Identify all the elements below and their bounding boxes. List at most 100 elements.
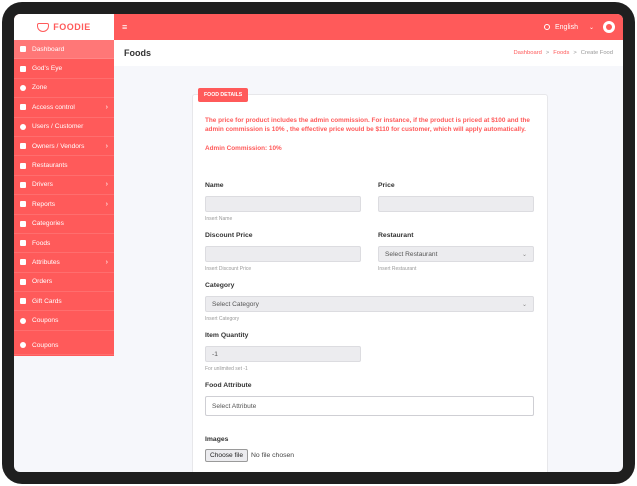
sidebar-item-owners-vendors[interactable]: Owners / Vendors ›	[14, 137, 114, 157]
sidebar-item-label: Attributes	[32, 258, 60, 266]
lock-icon	[20, 104, 26, 111]
app-screen: FOODIE Dashboard God's Eye Zone Access c…	[14, 14, 623, 472]
gift-icon	[20, 298, 26, 305]
sidebar-item-coupons[interactable]: Coupons	[14, 311, 114, 331]
topbar: ≡ English ⌄	[114, 14, 623, 40]
coupon-icon	[20, 342, 26, 349]
chevron-right-icon: ›	[105, 142, 108, 150]
breadcrumb-separator: >	[545, 50, 550, 56]
sidebar-item-label: Dashboard	[32, 45, 65, 53]
sidebar-item-label: Users / Customer	[32, 123, 84, 131]
food-details-card: FOOD DETAILS The price for product inclu…	[192, 88, 548, 472]
sidebar-item-label: Foods	[32, 239, 51, 247]
coupon-icon	[20, 317, 26, 324]
sidebar-item-gods-eye[interactable]: God's Eye	[14, 59, 114, 79]
language-label: English	[555, 23, 578, 31]
page-header: Foods Dashboard > Foods > Create Food	[114, 40, 623, 66]
breadcrumb-current: Create Food	[580, 50, 613, 56]
sidebar-item-label: Access control	[32, 103, 75, 111]
category-select-value: Select Category	[212, 300, 259, 308]
sidebar-item-reports[interactable]: Reports ›	[14, 195, 114, 215]
brand-logo[interactable]: FOODIE	[14, 14, 114, 40]
name-input[interactable]	[205, 196, 361, 212]
discount-price-input[interactable]	[205, 246, 361, 262]
zone-icon	[20, 84, 26, 91]
sidebar-item-label: Orders	[32, 278, 53, 286]
chevron-right-icon: ›	[105, 200, 108, 208]
sidebar-item-label: Restaurants	[32, 162, 68, 170]
sidebar-item-label: God's Eye	[32, 65, 63, 73]
images-label: Images	[205, 436, 229, 443]
sidebar-item-foods[interactable]: Foods	[14, 234, 114, 254]
device-frame: FOODIE Dashboard God's Eye Zone Access c…	[2, 2, 635, 484]
food-attribute-input[interactable]: Select Attribute	[205, 396, 534, 416]
globe-icon	[544, 24, 550, 30]
sidebar-item-users-customer[interactable]: Users / Customer	[14, 118, 114, 137]
page-title: Foods	[124, 48, 151, 58]
driver-icon	[20, 181, 26, 188]
name-help: Insert Name	[205, 216, 233, 222]
chevron-right-icon: ›	[105, 103, 108, 111]
card-tab[interactable]: FOOD DETAILS	[198, 88, 249, 102]
category-help: Insert Category	[205, 316, 240, 322]
sidebar-item-dashboard[interactable]: Dashboard	[14, 40, 114, 60]
sidebar-item-categories[interactable]: Categories	[14, 215, 114, 234]
chevron-down-icon: ⌄	[588, 24, 594, 31]
breadcrumb-foods[interactable]: Foods	[553, 50, 569, 56]
sidebar-item-restaurants[interactable]: Restaurants	[14, 156, 114, 176]
discount-price-help: Insert Discount Price	[205, 266, 252, 272]
name-label: Name	[205, 182, 224, 189]
sidebar-item-coupons-2[interactable]: Coupons	[14, 336, 114, 356]
sidebar: FOODIE Dashboard God's Eye Zone Access c…	[14, 14, 114, 356]
commission-notice: The price for product includes the admin…	[205, 117, 530, 133]
image-file-input[interactable]: Choose file No file chosen	[205, 449, 294, 462]
chevron-right-icon: ›	[105, 258, 108, 266]
chevron-down-icon: ⌄	[521, 251, 527, 258]
hamburger-menu-icon[interactable]: ≡	[122, 22, 127, 32]
user-icon	[606, 24, 612, 30]
language-selector[interactable]: English ⌄	[544, 21, 615, 33]
owners-icon	[20, 143, 26, 150]
restaurant-select[interactable]: Select Restaurant ⌄	[378, 246, 534, 262]
sidebar-item-label: Reports	[32, 200, 56, 208]
category-select[interactable]: Select Category ⌄	[205, 296, 534, 312]
sidebar-item-label: Drivers	[32, 181, 53, 189]
admin-commission: Admin Commission: 10%	[205, 145, 282, 152]
restaurant-label: Restaurant	[378, 232, 414, 239]
sidebar-item-label: Gift Cards	[32, 297, 62, 305]
breadcrumb-separator: >	[573, 50, 577, 56]
choose-file-button[interactable]: Choose file	[205, 449, 248, 462]
category-icon	[20, 220, 26, 227]
sidebar-item-access-control[interactable]: Access control ›	[14, 98, 114, 118]
sidebar-nav: Dashboard God's Eye Zone Access control ›…	[14, 40, 114, 356]
eye-icon	[20, 65, 26, 72]
home-icon	[20, 46, 26, 53]
file-status: No file chosen	[251, 452, 295, 459]
sidebar-item-gift-cards[interactable]: Gift Cards	[14, 292, 114, 312]
price-label: Price	[378, 182, 395, 189]
category-label: Category	[205, 282, 235, 289]
sidebar-item-label: Zone	[32, 84, 48, 92]
breadcrumb: Dashboard > Foods > Create Food	[514, 50, 614, 56]
item-quantity-label: Item Quantity	[205, 332, 249, 339]
sidebar-item-label: Coupons	[32, 341, 59, 349]
store-icon	[20, 162, 26, 169]
breadcrumb-dashboard[interactable]: Dashboard	[514, 50, 542, 56]
brand-name: FOODIE	[53, 22, 91, 32]
food-attribute-label: Food Attribute	[205, 382, 252, 389]
restaurant-help: Insert Restaurant	[378, 266, 417, 272]
avatar[interactable]	[603, 21, 615, 33]
report-icon	[20, 201, 26, 208]
sidebar-item-label: Categories	[32, 220, 64, 228]
sidebar-item-label: Coupons	[32, 317, 59, 325]
users-icon	[20, 123, 26, 130]
sidebar-item-zone[interactable]: Zone	[14, 79, 114, 99]
restaurant-select-value: Select Restaurant	[385, 250, 438, 258]
sidebar-item-attributes[interactable]: Attributes ›	[14, 253, 114, 273]
price-input[interactable]	[378, 196, 534, 212]
item-quantity-help: For unlimited set -1	[205, 366, 248, 372]
item-quantity-input[interactable]: -1	[205, 346, 361, 362]
sidebar-item-orders[interactable]: Orders	[14, 273, 114, 293]
chevron-right-icon: ›	[105, 181, 108, 189]
sidebar-item-drivers[interactable]: Drivers ›	[14, 176, 114, 196]
